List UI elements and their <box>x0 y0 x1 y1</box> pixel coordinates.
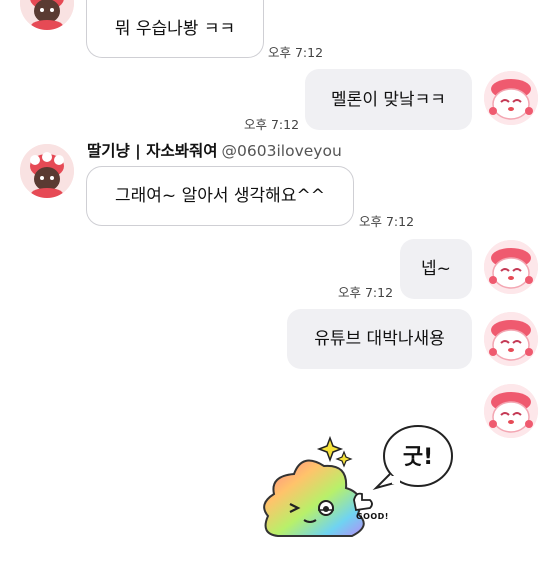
message-text: 넵~ <box>421 259 451 279</box>
pink-character-avatar-icon <box>484 312 538 366</box>
message-text: 그래여~ 알아서 생각해요^^ <box>115 186 325 206</box>
sender-name[interactable]: 딸기냥 | 자소봐줘여 <box>87 142 218 160</box>
sender-header: 딸기냥 | 자소봐줘여 @0603iloveyou <box>87 141 342 161</box>
dark-character-avatar-icon <box>20 144 74 198</box>
dark-character-avatar-icon <box>20 0 74 30</box>
my-avatar[interactable] <box>484 384 538 438</box>
message-bubble-outgoing[interactable]: 멜론이 맞낰ㅋㅋ <box>305 69 472 130</box>
pink-character-avatar-icon <box>484 240 538 294</box>
message-timestamp: 오후 7:12 <box>244 117 300 132</box>
rainbow-poop-sticker-icon <box>263 425 453 537</box>
message-text: 유튜브 대박나새용 <box>314 329 445 349</box>
message-timestamp: 오후 7:12 <box>338 285 394 300</box>
message-bubble-incoming[interactable]: 뭐 우습나봥 ㅋㅋ <box>86 0 264 58</box>
sticker-caption: GOOD! <box>356 512 389 521</box>
sender-avatar[interactable] <box>20 0 74 30</box>
my-avatar[interactable] <box>484 312 538 366</box>
message-bubble-outgoing[interactable]: 넵~ <box>400 239 472 299</box>
sender-handle[interactable]: @0603iloveyou <box>222 142 342 160</box>
message-bubble-outgoing[interactable]: 유튜브 대박나새용 <box>287 309 472 369</box>
pink-character-avatar-icon <box>484 384 538 438</box>
sticker-speech-text: 굿! <box>402 445 434 470</box>
message-text: 뭐 우습나봥 ㅋㅋ <box>114 18 236 39</box>
message-text: 멜론이 맞낰ㅋㅋ <box>331 89 446 110</box>
sender-avatar[interactable] <box>20 144 74 198</box>
sticker-message[interactable]: 굿! GOOD! <box>258 408 468 558</box>
my-avatar[interactable] <box>484 71 538 125</box>
message-timestamp: 오후 7:12 <box>359 214 415 229</box>
message-bubble-incoming[interactable]: 그래여~ 알아서 생각해요^^ <box>86 166 354 226</box>
pink-character-avatar-icon <box>484 71 538 125</box>
message-timestamp: 오후 7:12 <box>268 45 324 60</box>
my-avatar[interactable] <box>484 240 538 294</box>
